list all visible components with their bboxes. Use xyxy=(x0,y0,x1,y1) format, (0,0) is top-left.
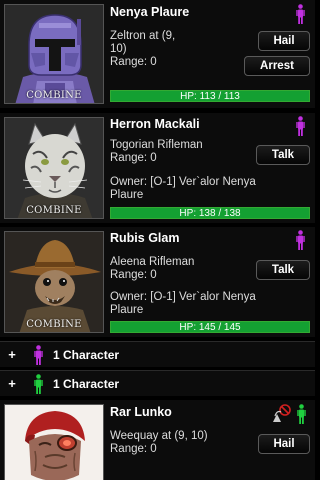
character-location: Zeltron at (9, 10) Range: 0 xyxy=(110,30,260,69)
owner-line-1: Owner: [O-1] Ver`alor Nenya xyxy=(110,176,256,188)
person-icon-magenta xyxy=(296,116,305,136)
location-line-2: 10) xyxy=(110,43,127,55)
hp-bar: HP: 145 / 145 xyxy=(110,321,310,333)
location-line-1: Weequay at (9, 10) xyxy=(110,430,208,442)
person-icon-green xyxy=(297,404,306,424)
person-icon-green xyxy=(34,374,43,394)
weequay-portrait-image xyxy=(5,405,103,480)
expand-button[interactable]: + xyxy=(4,346,20,363)
hp-bar: HP: 138 / 138 xyxy=(110,207,310,219)
character-range: Range: 0 xyxy=(110,443,157,455)
character-name[interactable]: Rubis Glam xyxy=(110,231,179,245)
hail-button[interactable]: Hail xyxy=(258,434,310,454)
hp-text: HP: 113 / 113 xyxy=(180,91,240,102)
hp-text: HP: 145 / 145 xyxy=(179,322,241,333)
hail-button[interactable]: Hail xyxy=(258,31,310,51)
portrait-caption: COMBINE xyxy=(26,205,82,216)
character-card-rubis: COMBINE Rubis Glam Aleena Rifleman Range… xyxy=(0,227,315,337)
species-role: Aleena Rifleman xyxy=(110,256,195,268)
person-icon-magenta xyxy=(296,4,305,24)
person-icon-magenta xyxy=(296,230,305,250)
character-card-herron: COMBINE Herron Mackali Togorian Rifleman… xyxy=(0,113,315,223)
togorian-portrait-image xyxy=(5,118,103,218)
character-range: Range: 0 xyxy=(110,56,157,68)
character-range: Range: 0 xyxy=(110,152,157,164)
owner-line-1: Owner: [O-1] Ver`alor Nenya xyxy=(110,291,256,303)
location-line-1: Zeltron at (9, xyxy=(110,30,176,42)
group-count-label: 1 Character xyxy=(53,348,120,362)
person-icon-magenta xyxy=(34,345,43,365)
character-portrait[interactable] xyxy=(4,404,104,480)
no-scan-icon xyxy=(273,404,291,422)
talk-button[interactable]: Talk xyxy=(256,260,310,280)
character-group-row[interactable]: + 1 Character xyxy=(0,341,315,367)
portrait-caption: COMBINE xyxy=(26,90,82,101)
character-name[interactable]: Nenya Plaure xyxy=(110,5,189,19)
hp-bar: HP: 113 / 113 xyxy=(110,90,310,102)
character-card-nenya: COMBINE Nenya Plaure Zeltron at (9, 10) … xyxy=(0,0,315,108)
group-count-label: 1 Character xyxy=(53,377,120,391)
character-group-row[interactable]: + 1 Character xyxy=(0,370,315,396)
character-name[interactable]: Herron Mackali xyxy=(110,117,200,131)
talk-button[interactable]: Talk xyxy=(256,145,310,165)
owner-info: Owner: [O-1] Ver`alor Nenya Plaure xyxy=(110,291,310,317)
hp-text: HP: 138 / 138 xyxy=(179,208,241,219)
species-role: Togorian Rifleman xyxy=(110,139,203,151)
character-range: Range: 0 xyxy=(110,269,157,281)
expand-button[interactable]: + xyxy=(4,375,20,392)
owner-line-2: Plaure xyxy=(110,189,144,201)
portrait-caption: COMBINE xyxy=(26,319,82,330)
character-description: Togorian Rifleman Range: 0 xyxy=(110,139,260,165)
owner-info: Owner: [O-1] Ver`alor Nenya Plaure xyxy=(110,176,310,202)
owner-line-2: Plaure xyxy=(110,304,144,316)
character-portrait[interactable]: COMBINE xyxy=(4,4,104,104)
character-name[interactable]: Rar Lunko xyxy=(110,405,172,419)
character-description: Aleena Rifleman Range: 0 xyxy=(110,256,260,282)
character-card-rar: Rar Lunko Weequay at (9, 10) Range: 0 Ha… xyxy=(0,400,315,480)
aleena-portrait-image xyxy=(5,232,103,332)
character-portrait[interactable]: COMBINE xyxy=(4,117,104,219)
arrest-button[interactable]: Arrest xyxy=(244,56,310,76)
character-location: Weequay at (9, 10) Range: 0 xyxy=(110,430,270,456)
character-portrait[interactable]: COMBINE xyxy=(4,231,104,333)
